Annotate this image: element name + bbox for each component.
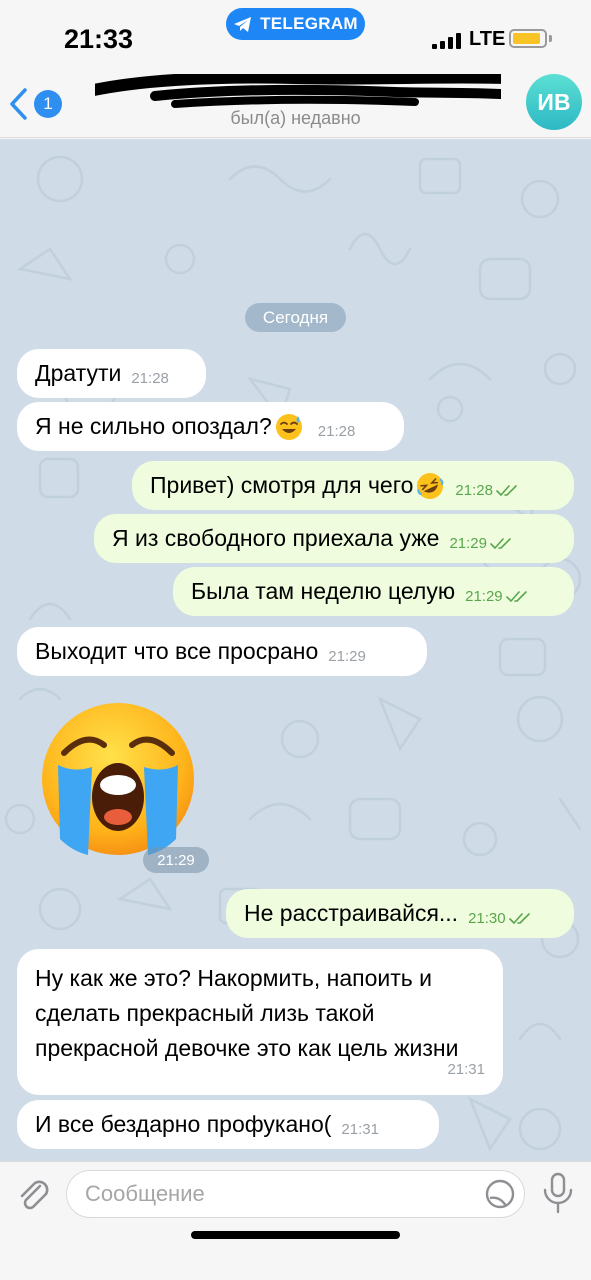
message-time: 21:29 [465,588,503,605]
sticker-icon[interactable] [484,1178,516,1210]
sweat-smile-emoji-icon [275,413,302,440]
message-time: 21:31 [341,1121,379,1138]
battery-icon [509,29,547,48]
read-double-check-icon [508,912,530,924]
contact-status: был(а) недавно [230,108,361,128]
message-incoming[interactable]: Я не сильно опоздал? 21:28 [17,402,404,451]
network-type: LTE [469,28,506,50]
message-input[interactable]: Сообщение [66,1170,525,1218]
message-meta: 21:30 [468,910,531,927]
message-text: Была там неделю целую [191,578,456,604]
paperclip-icon[interactable] [14,1176,52,1214]
message-text: Ну как же это? Накормить, напоить и сдел… [35,965,459,1061]
message-meta: 21:29 [449,535,512,552]
chat-area[interactable]: Сегодня Дратути 21:28 Я не сильно опозда… [0,139,591,1161]
sticker-time: 21:29 [143,847,209,873]
message-input-bar: Сообщение [0,1161,591,1280]
read-double-check-icon [505,590,527,602]
message-time: 21:28 [455,482,493,499]
app-pill-label: TELEGRAM [260,14,358,33]
message-meta: 21:28 [455,482,518,499]
battery-tip [549,35,552,42]
rofl-emoji-icon [417,472,444,499]
message-meta: 21:28 [131,370,169,387]
loudly-crying-face-sticker[interactable] [36,701,202,857]
message-meta: 21:31 [341,1121,379,1138]
message-incoming[interactable]: Ну как же это? Накормить, напоить и сдел… [17,949,503,1095]
battery-level [513,33,540,44]
status-time: 21:33 [64,24,134,54]
cellular-signal-icon [432,33,461,49]
message-time: 21:28 [131,370,169,387]
message-meta: 21:28 [318,423,356,440]
message-time: 21:30 [468,910,506,927]
status-bar: 21:33 TELEGRAM LTE [0,0,591,70]
message-meta: 21:31 [447,1052,485,1087]
message-outgoing[interactable]: Я из свободного приехала уже 21:29 [94,514,574,563]
message-text: Привет) смотря для чего [150,472,414,498]
read-double-check-icon [490,537,511,549]
message-meta: 21:29 [465,588,528,605]
message-text: И все бездарно профукано( [35,1111,332,1137]
message-incoming[interactable]: И все бездарно профукано( 21:31 [17,1100,439,1149]
message-time: 21:29 [328,648,366,665]
date-separator: Сегодня [245,303,346,332]
telegram-app-pill[interactable]: TELEGRAM [226,8,365,40]
telegram-plane-icon [234,16,252,32]
message-incoming[interactable]: Выходит что все просрано 21:29 [17,627,427,676]
message-outgoing[interactable]: Была там неделю целую 21:29 [173,567,574,616]
message-text: Не расстраивайся... [244,900,459,926]
contact-name-redacted[interactable] [95,74,501,108]
message-outgoing[interactable]: Привет) смотря для чего 21:28 [132,461,574,510]
message-outgoing[interactable]: Не расстраивайся... 21:30 [226,889,574,938]
message-input-placeholder: Сообщение [85,1181,205,1206]
message-time: 21:31 [447,1061,485,1078]
message-meta: 21:29 [328,648,366,665]
avatar[interactable]: ИВ [526,74,582,130]
chat-header: 1 был(а) недавно ИВ [0,70,591,138]
read-double-check-icon [496,484,517,496]
home-indicator [191,1231,400,1239]
message-text: Дратути [35,360,122,386]
message-text: Я не сильно опоздал? [35,413,272,439]
message-text: Я из свободного приехала уже [112,525,440,551]
message-time: 21:29 [449,535,487,552]
message-text: Выходит что все просрано [35,638,319,664]
microphone-icon[interactable] [541,1172,575,1214]
message-time: 21:28 [317,423,356,440]
message-incoming[interactable]: Дратути 21:28 [17,349,206,398]
